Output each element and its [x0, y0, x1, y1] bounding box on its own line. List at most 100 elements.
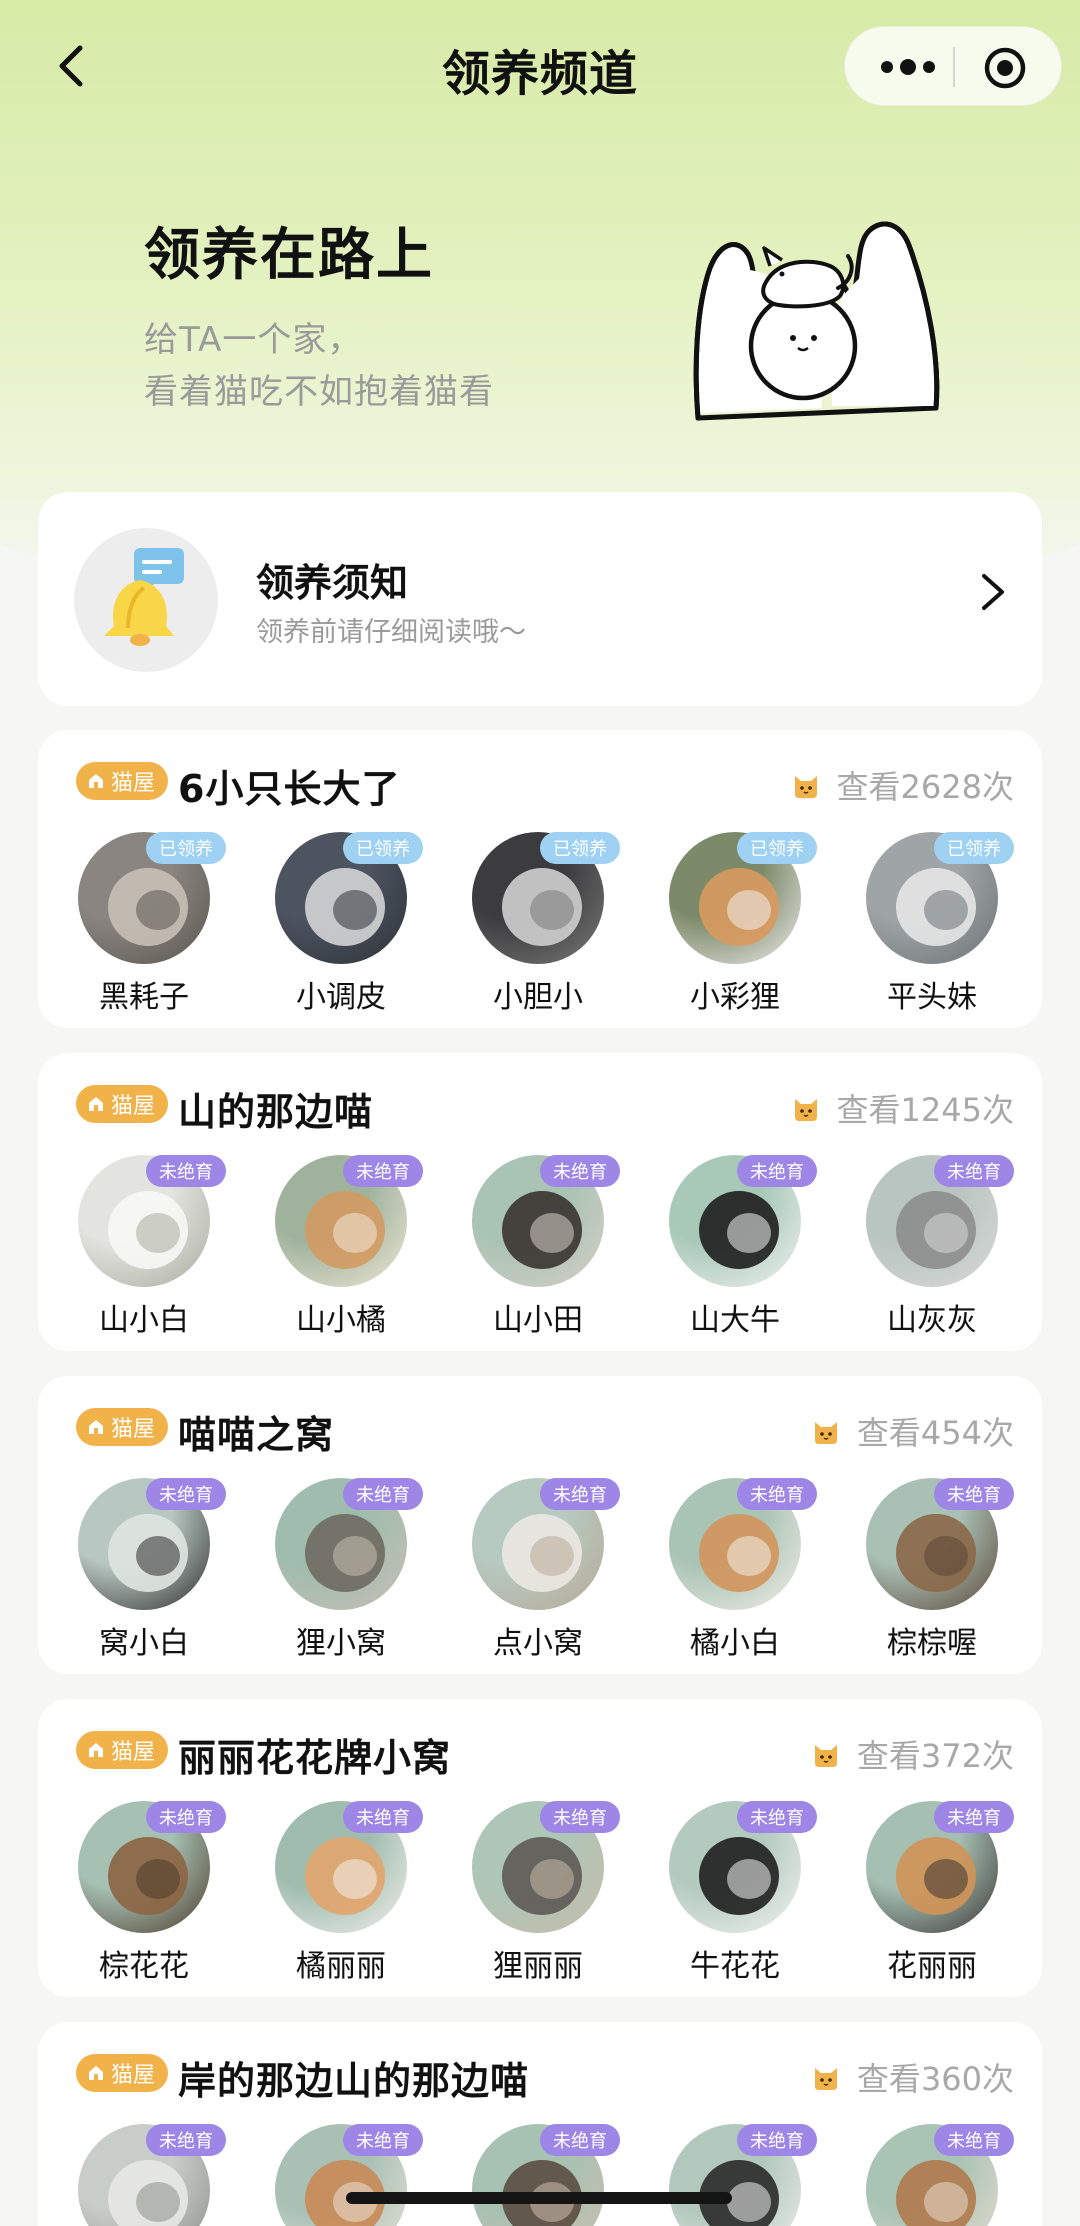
more-dots-icon[interactable] — [873, 49, 943, 85]
view-count-text: 查看360次 — [856, 2060, 1014, 2098]
cat-status-tag: 未绝育 — [540, 2124, 620, 2156]
cat-item[interactable]: 已领养 平头妹 — [864, 832, 1014, 1022]
cat-status-tag: 未绝育 — [737, 2124, 817, 2156]
hero-subtitle-line1: 给TA一个家， — [144, 320, 363, 360]
cat-status-tag: 未绝育 — [343, 1478, 423, 1510]
notice-title: 领养须知 — [256, 561, 409, 605]
cat-status-tag: 未绝育 — [934, 1155, 1014, 1187]
cat-item[interactable]: 已领养 小胆小 — [470, 832, 620, 1022]
notice-subtitle: 领养前请仔细阅读哦～ — [256, 617, 526, 648]
cat-status-tag: 未绝育 — [737, 1801, 817, 1833]
cat-item[interactable]: 未绝育 点小窝 — [470, 1478, 620, 1668]
home-indicator — [346, 2192, 732, 2204]
cat-face-icon — [814, 1422, 837, 1444]
cat-name: 黑耗子 — [99, 980, 189, 1015]
house-icon — [89, 2066, 103, 2080]
target-circle-icon[interactable] — [983, 46, 1027, 90]
cat-name: 棕花花 — [99, 1949, 189, 1984]
cat-name: 窝小白 — [99, 1626, 189, 1661]
cat-status-tag: 未绝育 — [934, 2124, 1014, 2156]
cat-house-card[interactable]: 猫屋 山的那边喵 查看1245次 未绝育 山小白 未绝育 山小橘 未绝育 山小田… — [38, 1053, 1042, 1351]
cat-house-title: 山的那边喵 — [178, 1090, 374, 1134]
cat-house-badge: 猫屋 — [76, 1731, 168, 1769]
house-icon — [89, 1420, 103, 1434]
cat-avatar-row: 未绝育 未绝育 未绝育 未绝育 未绝育 — [76, 2124, 1016, 2226]
cat-face-icon — [814, 1745, 837, 1767]
cat-item[interactable]: 未绝育 — [470, 2124, 620, 2226]
cat-item[interactable]: 未绝育 山小橘 — [273, 1155, 423, 1345]
cat-status-tag: 未绝育 — [343, 1155, 423, 1187]
cat-house-title: 喵喵之窝 — [178, 1413, 335, 1457]
cat-item[interactable]: 未绝育 山小白 — [76, 1155, 226, 1345]
view-count-text: 查看372次 — [856, 1737, 1014, 1775]
cat-house-badge: 猫屋 — [76, 1408, 168, 1446]
cat-house-title: 6小只长大了 — [178, 767, 401, 811]
cat-status-tag: 未绝育 — [146, 1801, 226, 1833]
cat-house-card[interactable]: 猫屋 喵喵之窝 查看454次 未绝育 窝小白 未绝育 狸小窝 未绝育 点小窝 未… — [38, 1376, 1042, 1674]
cat-item[interactable]: 未绝育 棕棕喔 — [864, 1478, 1014, 1668]
badge-label: 猫屋 — [111, 1740, 156, 1765]
cat-status-tag: 未绝育 — [540, 1478, 620, 1510]
cat-avatar-row: 未绝育 棕花花 未绝育 橘丽丽 未绝育 狸丽丽 未绝育 牛花花 未绝育 花丽丽 — [76, 1801, 1016, 1991]
view-count-text: 查看1245次 — [836, 1091, 1014, 1129]
cat-item[interactable]: 未绝育 — [273, 2124, 423, 2226]
cat-item[interactable]: 未绝育 橘小白 — [667, 1478, 817, 1668]
cat-status-tag: 未绝育 — [737, 1155, 817, 1187]
cat-house-title: 岸的那边山的那边喵 — [178, 2059, 530, 2103]
cat-status-tag: 已领养 — [540, 832, 620, 864]
view-count-text: 查看454次 — [856, 1414, 1014, 1452]
view-count: 查看1245次 — [791, 1085, 1014, 1131]
cat-item[interactable]: 已领养 小彩狸 — [667, 832, 817, 1022]
cat-status-tag: 未绝育 — [934, 1801, 1014, 1833]
cat-item[interactable]: 未绝育 橘丽丽 — [273, 1801, 423, 1991]
cat-item[interactable]: 未绝育 — [76, 2124, 226, 2226]
capsule-divider — [953, 47, 955, 87]
cat-item[interactable]: 未绝育 狸丽丽 — [470, 1801, 620, 1991]
cat-item[interactable]: 未绝育 牛花花 — [667, 1801, 817, 1991]
house-icon — [89, 1097, 103, 1111]
cat-status-tag: 已领养 — [146, 832, 226, 864]
bell-icon — [104, 548, 184, 646]
cat-house-badge: 猫屋 — [76, 2054, 168, 2092]
cat-status-tag: 未绝育 — [146, 2124, 226, 2156]
cat-house-card[interactable]: 猫屋 6小只长大了 查看2628次 已领养 黑耗子 已领养 小调皮 已领养 小胆… — [38, 730, 1042, 1028]
cat-item[interactable]: 未绝育 — [667, 2124, 817, 2226]
cat-item[interactable]: 未绝育 山小田 — [470, 1155, 620, 1345]
mini-program-capsule — [844, 26, 1062, 106]
cat-item[interactable]: 已领养 小调皮 — [273, 832, 423, 1022]
adoption-notice-card[interactable]: 领养须知 领养前请仔细阅读哦～ — [38, 492, 1042, 706]
cat-house-badge: 猫屋 — [76, 1085, 168, 1123]
cat-house-card[interactable]: 猫屋 丽丽花花牌小窝 查看372次 未绝育 棕花花 未绝育 橘丽丽 未绝育 狸丽… — [38, 1699, 1042, 1997]
cat-item[interactable]: 未绝育 棕花花 — [76, 1801, 226, 1991]
cat-name: 山灰灰 — [887, 1303, 977, 1338]
cat-item[interactable]: 未绝育 — [864, 2124, 1014, 2226]
cat-item[interactable]: 未绝育 山大牛 — [667, 1155, 817, 1345]
cat-item[interactable]: 未绝育 窝小白 — [76, 1478, 226, 1668]
cat-name: 小调皮 — [296, 980, 386, 1015]
cat-name: 牛花花 — [690, 1949, 780, 1984]
cat-item[interactable]: 已领养 黑耗子 — [76, 832, 226, 1022]
cat-name: 花丽丽 — [887, 1949, 977, 1984]
cat-name: 点小窝 — [493, 1626, 583, 1661]
cat-status-tag: 已领养 — [934, 832, 1014, 864]
cat-status-tag: 已领养 — [343, 832, 423, 864]
cat-item[interactable]: 未绝育 花丽丽 — [864, 1801, 1014, 1991]
cat-name: 狸小窝 — [296, 1626, 386, 1661]
cat-name: 狸丽丽 — [493, 1949, 583, 1984]
cat-name: 小彩狸 — [690, 980, 780, 1015]
cat-name: 山小田 — [493, 1303, 583, 1338]
cat-name: 山大牛 — [690, 1303, 780, 1338]
view-count: 查看372次 — [811, 1731, 1014, 1777]
cat-status-tag: 未绝育 — [146, 1478, 226, 1510]
navigation-bar: 领养频道 — [0, 0, 1080, 130]
hug-cat-illustration — [693, 221, 940, 421]
cat-status-tag: 未绝育 — [540, 1155, 620, 1187]
view-count: 查看360次 — [811, 2054, 1014, 2100]
cat-status-tag: 未绝育 — [540, 1801, 620, 1833]
cat-status-tag: 未绝育 — [343, 2124, 423, 2156]
cat-status-tag: 已领养 — [737, 832, 817, 864]
cat-status-tag: 未绝育 — [146, 1155, 226, 1187]
cat-status-tag: 未绝育 — [343, 1801, 423, 1833]
cat-item[interactable]: 未绝育 狸小窝 — [273, 1478, 423, 1668]
cat-item[interactable]: 未绝育 山灰灰 — [864, 1155, 1014, 1345]
